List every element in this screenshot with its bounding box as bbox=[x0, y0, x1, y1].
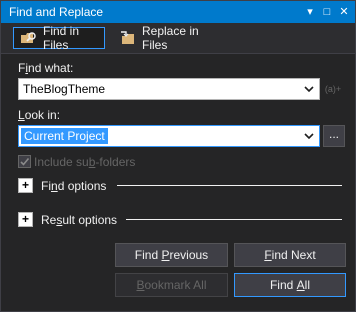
look-in-value: Current Project bbox=[21, 128, 108, 144]
find-previous-button[interactable]: Find Previous bbox=[115, 243, 228, 267]
mode-tab-bar: Find in Files Replace in Files bbox=[1, 23, 355, 54]
find-next-button[interactable]: Find Next bbox=[234, 243, 346, 267]
browse-button[interactable]: ... bbox=[323, 125, 345, 147]
window-title: Find and Replace bbox=[9, 5, 104, 19]
find-in-files-icon bbox=[20, 30, 38, 46]
chevron-down-icon[interactable] bbox=[301, 81, 317, 97]
result-options-expander[interactable]: + bbox=[18, 212, 33, 227]
title-bar[interactable]: Find and Replace ▾ □ ✕ bbox=[1, 1, 355, 23]
look-in-label: Look in: bbox=[18, 108, 61, 122]
tab-find-in-files-label: Find in Files bbox=[43, 24, 80, 52]
find-what-combobox[interactable]: TheBlogTheme bbox=[18, 78, 320, 100]
maximize-icon[interactable]: □ bbox=[320, 5, 334, 19]
result-options-label[interactable]: Result options bbox=[41, 213, 117, 227]
find-what-label: Find what: bbox=[18, 61, 74, 75]
checkmark-icon bbox=[20, 157, 30, 166]
bookmark-all-button[interactable]: Bookmark All bbox=[115, 273, 228, 297]
regex-icon[interactable]: (a)+ bbox=[323, 79, 343, 99]
find-what-value: TheBlogTheme bbox=[23, 82, 106, 96]
chevron-down-icon[interactable] bbox=[301, 128, 317, 144]
result-options-divider bbox=[126, 219, 342, 220]
tab-replace-in-files-label: Replace in Files bbox=[142, 24, 199, 52]
include-subfolders-label: Include sub-folders bbox=[34, 155, 136, 169]
replace-in-files-icon bbox=[119, 30, 137, 46]
include-subfolders-checkbox[interactable] bbox=[18, 155, 31, 168]
find-all-button[interactable]: Find All bbox=[234, 273, 346, 297]
find-replace-window: Find and Replace ▾ □ ✕ Find in Files Rep… bbox=[0, 0, 356, 312]
tab-find-in-files[interactable]: Find in Files bbox=[13, 24, 105, 52]
find-options-label[interactable]: Find options bbox=[41, 179, 106, 193]
window-dropdown-icon[interactable]: ▾ bbox=[303, 5, 317, 19]
look-in-combobox[interactable]: Current Project bbox=[18, 125, 320, 147]
find-options-expander[interactable]: + bbox=[18, 178, 33, 193]
close-icon[interactable]: ✕ bbox=[337, 5, 351, 19]
find-options-divider bbox=[117, 185, 342, 186]
tab-replace-in-files[interactable]: Replace in Files bbox=[113, 24, 225, 52]
